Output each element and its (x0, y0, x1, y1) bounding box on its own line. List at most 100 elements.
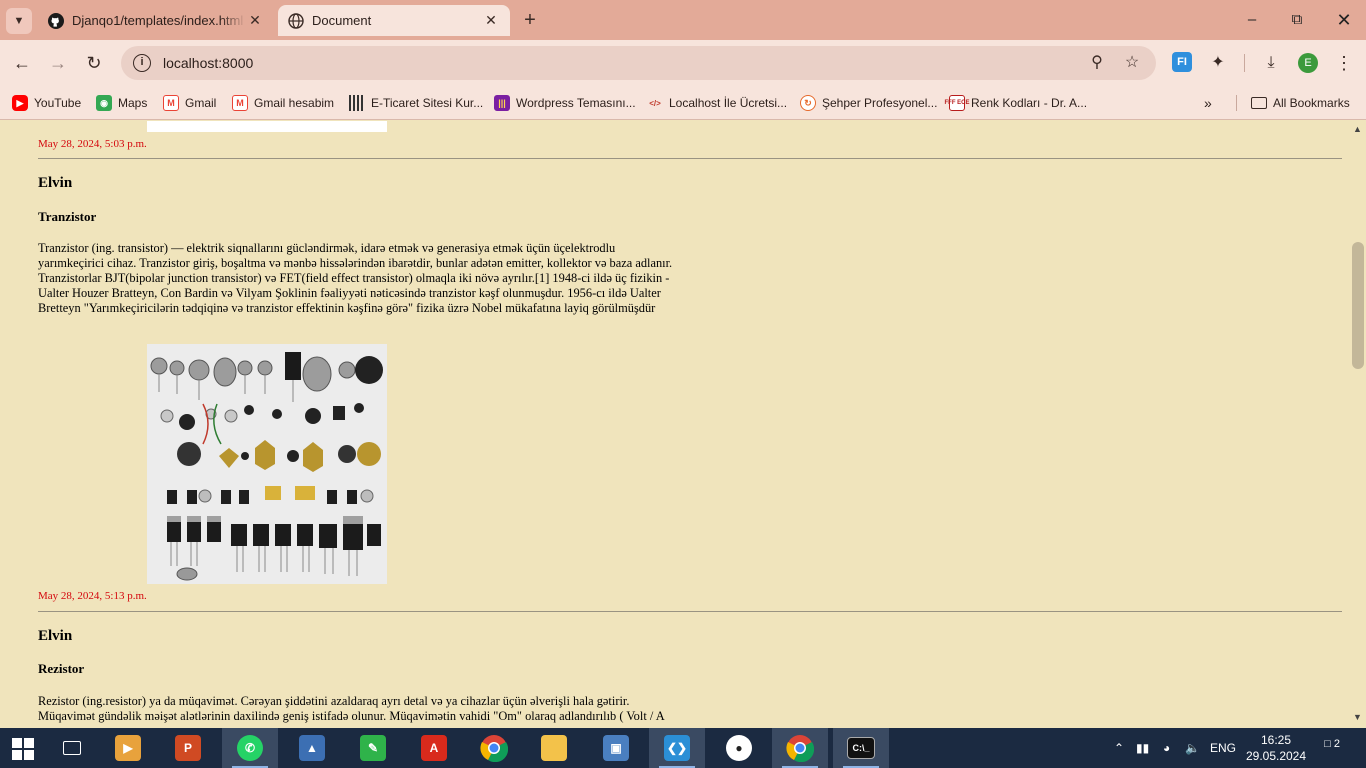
post-date: May 28, 2024, 5:03 p.m. (38, 138, 147, 150)
download-icon[interactable]: ⤓ (1260, 52, 1282, 74)
bookmark-label: Localhost İle Ücretsi... (669, 96, 788, 110)
tab-search-button[interactable]: ▼ (6, 8, 32, 34)
taskbar-file-explorer[interactable] (526, 728, 582, 768)
taskbar-powerpoint[interactable]: P (160, 728, 216, 768)
restore-icon[interactable]: ⧉ (1285, 8, 1309, 32)
extensions-puzzle-icon[interactable]: ✦ (1207, 52, 1229, 74)
close-window-icon[interactable]: ✕ (1332, 8, 1356, 32)
tab-github[interactable]: Djanqo1/templates/index.html a ✕ (38, 5, 274, 36)
youtube-icon: ▶ (12, 95, 28, 111)
folder-icon (1251, 97, 1267, 109)
github-icon: ● (726, 735, 752, 761)
tab-document[interactable]: Document ✕ (278, 5, 510, 36)
post-divider (38, 611, 1342, 612)
language-indicator[interactable]: ENG (1210, 728, 1236, 768)
menu-kebab-icon[interactable]: ⋮ (1333, 52, 1355, 74)
bookmark-maps[interactable]: ◉ Maps (96, 92, 147, 114)
bookmark-eticaret[interactable]: E-Ticaret Sitesi Kur... (349, 92, 483, 114)
vpn-app-icon: ▲ (299, 735, 325, 761)
taskbar-github-desktop[interactable]: ● (711, 728, 767, 768)
bookmark-label: E-Ticaret Sitesi Kur... (371, 96, 484, 110)
taskbar-vpn[interactable]: ▲ (284, 728, 340, 768)
taskbar-vscode[interactable]: ❮❯ (649, 728, 705, 768)
address-bar[interactable]: i localhost:8000 ⚲ ☆ (121, 46, 1156, 80)
clock-date: 29.05.2024 (1245, 749, 1307, 763)
site-info-icon[interactable]: i (133, 54, 151, 72)
gmail-icon: M (232, 95, 248, 111)
bookmark-label: Şehper Profesyonel... (822, 96, 938, 110)
close-icon[interactable]: ✕ (246, 12, 264, 29)
reload-icon[interactable]: ↻ (81, 50, 107, 76)
task-view-button[interactable] (44, 728, 100, 768)
profile-avatar[interactable]: E (1298, 53, 1318, 73)
bookmarks-overflow-icon[interactable]: » (1204, 92, 1212, 114)
taskbar-whatsapp[interactable]: ✆ (222, 728, 278, 768)
volume-icon[interactable]: 🔈 (1185, 728, 1200, 768)
pen-icon: ✎ (360, 735, 386, 761)
post-title: Rezistor (38, 661, 85, 676)
taskbar-notepad-green[interactable]: ✎ (345, 728, 401, 768)
bookmark-label: Gmail hesabim (254, 96, 335, 110)
gmail-icon: M (163, 95, 179, 111)
minimize-icon[interactable]: – (1240, 8, 1264, 32)
chrome-icon (480, 735, 508, 762)
system-clock[interactable]: 16:25 29.05.2024 (1244, 732, 1308, 764)
scroll-up-icon[interactable]: ▲ (1353, 124, 1362, 134)
bookmark-label: Gmail (185, 96, 217, 110)
post-date: May 28, 2024, 5:13 p.m. (38, 590, 147, 602)
bookmarks-divider (1236, 95, 1237, 111)
all-bookmarks-button[interactable]: All Bookmarks (1251, 92, 1350, 114)
bookmark-renk[interactable]: FFF ECE Renk Kodları - Dr. A... (945, 92, 1088, 114)
extension-fi-icon[interactable]: FI (1172, 52, 1192, 72)
bookmark-wordpress[interactable]: ||| Wordpress Temasını... (494, 92, 636, 114)
bookmark-youtube[interactable]: ▶ YouTube (12, 92, 81, 114)
tray-overflow-icon[interactable]: ⌃ (1114, 728, 1124, 768)
star-icon[interactable]: ☆ (1122, 53, 1142, 73)
media-player-icon: ▶ (115, 735, 141, 761)
taskbar-acrobat[interactable]: A (406, 728, 462, 768)
page-scrollbar[interactable]: ▲ ▼ (1350, 121, 1366, 728)
bookmarks-bar: ▶ YouTube ◉ Maps M Gmail M Gmail hesabim… (0, 86, 1366, 120)
bookmark-gmail[interactable]: M Gmail (163, 92, 216, 114)
terminal-icon: C:\_ (847, 737, 875, 759)
bookmark-sehper[interactable]: ↻ Şehper Profesyonel... (800, 92, 937, 114)
back-icon[interactable]: ← (9, 50, 35, 76)
notification-count: 2 (1333, 738, 1340, 750)
new-tab-button[interactable]: + (518, 9, 542, 33)
maps-icon: ◉ (96, 95, 112, 111)
wifi-icon[interactable]: ◕ (1163, 728, 1170, 768)
close-icon[interactable]: ✕ (482, 12, 500, 29)
wordpress-theme-icon: ||| (494, 95, 510, 111)
forward-icon[interactable]: → (45, 50, 71, 76)
bookmark-gmail-hesabim[interactable]: M Gmail hesabim (232, 92, 334, 114)
bookmark-label: Renk Kodları - Dr. A... (971, 96, 1088, 110)
windows-start-icon[interactable] (12, 738, 34, 760)
localhost-icon: </> (649, 98, 661, 108)
scrollbar-thumb[interactable] (1352, 242, 1364, 369)
folder-icon (541, 735, 567, 761)
scroll-down-icon[interactable]: ▼ (1353, 712, 1362, 722)
powerpoint-icon: P (175, 735, 201, 761)
clock-time: 16:25 (1260, 733, 1292, 747)
chrome-icon (786, 735, 814, 762)
notification-center-button[interactable]: □ 2 (1318, 738, 1340, 758)
whatsapp-icon: ✆ (237, 735, 263, 761)
post-image-partial (147, 121, 387, 132)
post-image-transistors (147, 344, 387, 584)
all-bookmarks-label: All Bookmarks (1273, 96, 1350, 110)
battery-icon[interactable]: ▮▮ (1136, 728, 1149, 768)
barcode-icon (349, 95, 365, 111)
transistor-components-image (147, 344, 387, 584)
page-content: May 28, 2024, 5:03 p.m. Elvin Tranzistor… (0, 121, 1350, 728)
bookmark-localhost[interactable]: </> Localhost İle Ücretsi... (647, 92, 787, 114)
acrobat-icon: A (421, 735, 447, 761)
taskbar-remote-desktop[interactable]: ▣ (588, 728, 644, 768)
taskbar-chrome[interactable] (466, 728, 522, 768)
taskbar-chrome-profile[interactable] (772, 728, 828, 768)
post-body: Rezistor (ing.resistor) ya da müqavimət.… (38, 694, 665, 723)
url-text[interactable]: localhost:8000 (163, 55, 253, 71)
taskbar-media-player[interactable]: ▶ (100, 728, 156, 768)
zoom-icon[interactable]: ⚲ (1087, 53, 1107, 73)
sehper-icon: ↻ (800, 95, 816, 111)
taskbar-terminal[interactable]: C:\_ (833, 728, 889, 768)
